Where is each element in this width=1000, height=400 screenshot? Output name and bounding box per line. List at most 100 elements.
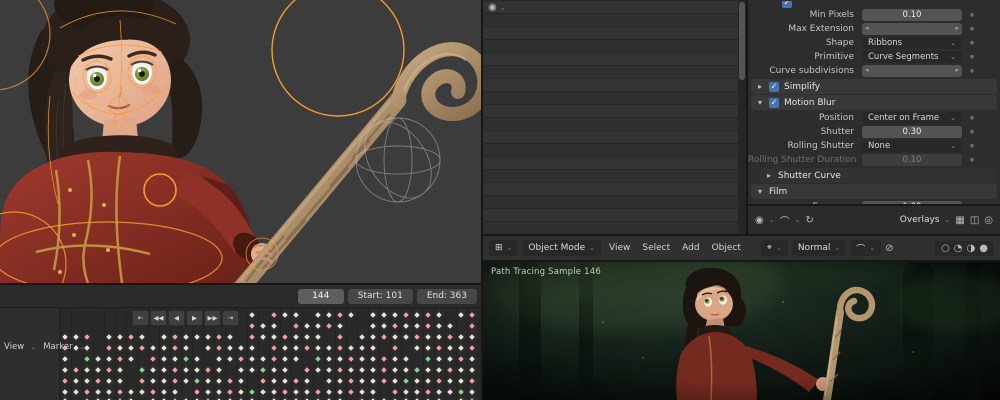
keyframe-diamond[interactable] (434, 332, 444, 342)
keyframe-diamond[interactable] (335, 321, 345, 331)
editor-separator[interactable] (746, 0, 748, 236)
keyframe-diamond[interactable] (203, 387, 213, 397)
menu-select[interactable]: Select (638, 243, 674, 253)
menu-add[interactable]: Add (678, 243, 703, 253)
keyframe-diamond[interactable] (104, 387, 114, 397)
keyframe-diamond[interactable] (148, 387, 158, 397)
keyframe-diamond[interactable] (379, 365, 389, 375)
keyframe-diamond[interactable] (104, 332, 114, 342)
keyframe-diamond[interactable] (159, 365, 169, 375)
keyframe-diamond[interactable] (181, 354, 191, 364)
properties-panel[interactable]: ✓ Min Pixels 0.10 ● Max Extension ◂ ▸ ● … (748, 0, 1000, 204)
keyframe-diamond[interactable] (82, 365, 92, 375)
keyframe-diamond[interactable] (137, 343, 147, 353)
shading-wireframe-icon[interactable]: ○ (941, 243, 950, 254)
shading-rendered-icon[interactable]: ● (979, 243, 988, 254)
keyframe-diamond[interactable] (302, 387, 312, 397)
keyframe-diamond[interactable] (401, 354, 411, 364)
keyframe-diamond[interactable] (93, 387, 103, 397)
keyframe-diamond[interactable] (379, 376, 389, 386)
keyframe-diamond[interactable] (82, 376, 92, 386)
keyframe-diamond[interactable] (423, 365, 433, 375)
keyframe-diamond[interactable] (357, 332, 367, 342)
keyframe-diamond[interactable] (236, 365, 246, 375)
editor-separator[interactable] (481, 0, 483, 400)
keyframe-diamond[interactable] (324, 310, 334, 320)
keyframe-diamond[interactable] (368, 321, 378, 331)
keyframe-diamond[interactable] (104, 376, 114, 386)
keyframe-diamond[interactable] (269, 387, 279, 397)
keyframe-diamond[interactable] (390, 332, 400, 342)
keyframe-diamond[interactable] (313, 310, 323, 320)
menu-marker[interactable]: Marker (43, 342, 72, 352)
keyframe-diamond[interactable] (225, 332, 235, 342)
keyframe-diamond[interactable] (456, 354, 466, 364)
keyframe-diamond[interactable] (126, 332, 136, 342)
decorator-dot[interactable]: ● (962, 40, 982, 46)
keyframe-diamond[interactable] (445, 387, 455, 397)
keyframe-diamond[interactable] (115, 387, 125, 397)
keyframe-diamond[interactable] (456, 343, 466, 353)
decorator-dot[interactable]: ● (962, 143, 982, 149)
keyframe-diamond[interactable] (115, 343, 125, 353)
keyframe-diamond[interactable] (445, 343, 455, 353)
keyframe-diamond[interactable] (203, 365, 213, 375)
keyframe-diamond[interactable] (104, 354, 114, 364)
increment-arrow-icon[interactable]: ▸ (955, 24, 959, 32)
keyframe-diamond[interactable] (291, 376, 301, 386)
keyframe-diamond[interactable] (423, 310, 433, 320)
keyframe-diamond[interactable] (236, 376, 246, 386)
magnet-icon[interactable]: ⌒ (780, 213, 790, 228)
decorator-dot[interactable]: ● (962, 115, 982, 121)
keyframe-diamond[interactable] (412, 387, 422, 397)
matcap-icon[interactable]: ◎ (984, 215, 993, 226)
editor-separator[interactable] (0, 283, 481, 285)
keyframe-diamond[interactable] (379, 310, 389, 320)
next-keyframe-button[interactable]: ▶▶ (204, 310, 221, 326)
chevron-down-icon[interactable]: ⌄ (795, 216, 801, 224)
decorator-dot[interactable]: ● (962, 157, 982, 163)
keyframe-diamond[interactable] (203, 343, 213, 353)
frame-start-field[interactable]: Start: 101 (347, 288, 413, 304)
decorator-dot[interactable]: ● (962, 12, 982, 18)
keyframe-diamond[interactable] (324, 321, 334, 331)
keyframe-diamond[interactable] (82, 387, 92, 397)
keyframe-diamond[interactable] (137, 365, 147, 375)
keyframe-diamond[interactable] (434, 343, 444, 353)
keyframe-diamond[interactable] (401, 321, 411, 331)
keyframe-diamond[interactable] (247, 310, 257, 320)
keyframe-diamond[interactable] (148, 343, 158, 353)
keyframe-diamond[interactable] (434, 387, 444, 397)
keyframe-diamond[interactable] (115, 376, 125, 386)
keyframe-diamond[interactable] (60, 354, 70, 364)
keyframe-diamond[interactable] (280, 354, 290, 364)
keyframe-diamond[interactable] (60, 365, 70, 375)
keyframe-diamond[interactable] (225, 387, 235, 397)
keyframe-diamond[interactable] (269, 310, 279, 320)
panel-header-shutter-curve[interactable]: ▸ Shutter Curve (760, 168, 997, 183)
keyframe-diamond[interactable] (60, 332, 70, 342)
keyframe-diamond[interactable] (390, 310, 400, 320)
keyframe-diamond[interactable] (302, 343, 312, 353)
keyframe-diamond[interactable] (181, 365, 191, 375)
keyframe-diamond[interactable] (126, 354, 136, 364)
keyframe-diamond[interactable] (148, 376, 158, 386)
jump-to-start-button[interactable]: ⇤ (132, 310, 149, 326)
keyframe-diamond[interactable] (445, 365, 455, 375)
keyframe-diamond[interactable] (269, 332, 279, 342)
keyframe-diamond[interactable] (170, 387, 180, 397)
keyframe-diamond[interactable] (313, 321, 323, 331)
keyframe-diamond[interactable] (170, 354, 180, 364)
keyframe-diamond[interactable] (379, 332, 389, 342)
keyframe-diamond[interactable] (335, 376, 345, 386)
keyframe-diamond[interactable] (258, 365, 268, 375)
keyframe-diamond[interactable] (269, 343, 279, 353)
keyframe-diamond[interactable] (82, 332, 92, 342)
primitive-dropdown[interactable]: Curve Segments ⌄ (862, 51, 962, 63)
keyframe-diamond[interactable] (126, 343, 136, 353)
keyframe-diamond[interactable] (258, 376, 268, 386)
overlays-dropdown[interactable]: Overlays (900, 215, 940, 225)
keyframe-diamond[interactable] (346, 365, 356, 375)
keyframe-diamond[interactable] (258, 321, 268, 331)
keyframe-diamond[interactable] (467, 365, 477, 375)
